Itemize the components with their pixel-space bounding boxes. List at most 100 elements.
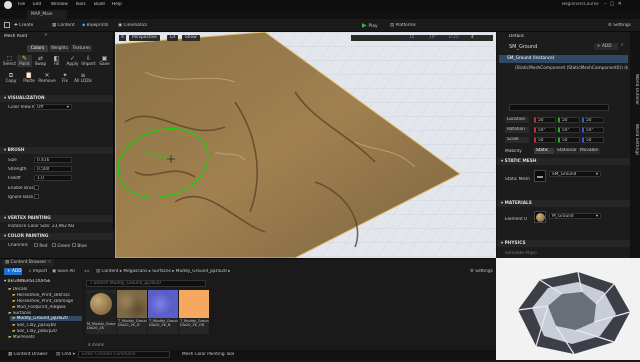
rot-z[interactable]: 50° (582, 127, 604, 133)
tree-horseshoe-1[interactable]: ▰ Horseshoe_Print_sk6f1kc (12, 293, 70, 298)
rot-x[interactable]: 50° (534, 127, 556, 133)
scale-dropdown[interactable]: Scale (505, 137, 529, 143)
static-mesh-header[interactable]: ▾ STATIC MESH (497, 158, 630, 165)
rotation-dropdown[interactable]: Rotation (505, 127, 529, 133)
menu-edit[interactable]: Edit (33, 2, 41, 7)
physics-header[interactable]: ▾ PHYSICS (497, 240, 630, 247)
save-tool[interactable]: ▣ Save (97, 55, 112, 67)
asset-tile-normal[interactable]: T_Muddy_Ground_pj Dlo20_2K_N (148, 290, 178, 334)
blueprints-button[interactable]: ◆ Blueprints (82, 23, 109, 28)
camera-speed[interactable]: 4 (471, 35, 474, 40)
search-icon[interactable]: ⌕ (621, 43, 623, 48)
tree-mud-footprint[interactable]: ▰ Mud_Footprint_rkBgwa (12, 305, 66, 310)
tree-soil-clay-2[interactable]: ▰ Soil_Clay_pkbvp20 (12, 329, 57, 334)
paste-tool[interactable]: 📋 Paste (20, 72, 38, 84)
crumb-folder[interactable]: Muddy_Ground_pjDlo20 (176, 269, 227, 274)
enable-brush-checkbox[interactable] (34, 185, 39, 190)
mode-textures[interactable]: Textures (71, 45, 92, 52)
content-browser-tab[interactable]: ▦ Content Browser ✕ (2, 259, 55, 266)
details-search[interactable] (509, 104, 609, 111)
crumb-content[interactable]: Content (101, 269, 118, 274)
level-tab[interactable]: MAP_Main (27, 10, 67, 19)
asset-tile-diffuse[interactable]: T_Muddy_Ground_pj Dlo20_2K_D (117, 290, 147, 334)
unreal-logo-icon[interactable] (4, 1, 12, 9)
static-mesh-thumbnail[interactable] (534, 170, 546, 182)
show-button[interactable]: Show (182, 35, 200, 41)
vertex-painting-header[interactable]: ▾ VERTEX PAINTING (0, 215, 113, 222)
material-thumbnail[interactable] (534, 211, 546, 223)
brush-header[interactable]: ▾ BRUSH (0, 147, 113, 154)
menu-build[interactable]: Build (94, 2, 105, 7)
mobility-stationary[interactable]: Stationar (555, 148, 577, 154)
menu-file[interactable]: File (18, 2, 25, 7)
component-row[interactable]: (StaticMeshComponent (StaticMeshComponen… (499, 65, 628, 73)
tree-soil-clay-1[interactable]: ▰ Soil_Clay_pjDuyb0 (12, 323, 56, 328)
save-all-button[interactable]: ▣ Save All (52, 269, 75, 274)
settings-button[interactable]: ⚙ Settings (608, 23, 631, 28)
asset-search[interactable]: ⌕ Search Muddy_Ground_pjDlo20 (86, 280, 206, 287)
copy-tool[interactable]: ⧉ Copy (2, 72, 20, 84)
grid-snap[interactable]: 10 (409, 35, 414, 40)
color-view-dropdown[interactable]: Off ▾ (34, 104, 72, 110)
remove-tool[interactable]: ✕ Remove (38, 72, 56, 84)
falloff-field[interactable]: 1.0 (34, 175, 72, 181)
instance-row[interactable]: SM_Ground (Instance) (499, 55, 628, 63)
console-input[interactable]: Enter Console Command (78, 351, 170, 358)
loc-y[interactable]: 50 (558, 117, 580, 123)
cmd-dropdown[interactable]: ▤ Cmd ▾ (56, 352, 75, 357)
save-icon[interactable] (4, 22, 10, 28)
asset-tile-material[interactable]: M_Muddy_Ground_pj Dlo20_2K (86, 290, 116, 334)
content-button[interactable]: ▦ Content (52, 23, 75, 28)
mobility-static[interactable]: Static (534, 148, 554, 154)
project-root[interactable]: ▾ BEGINNERSCOURSE (4, 279, 51, 284)
menu-window[interactable]: Window (51, 2, 68, 7)
swap-tool[interactable]: ⇄ Swap (33, 55, 48, 67)
breadcrumb[interactable]: ▤ Content ▸ Megascans ▸ Surfaces ▸ Muddy… (96, 269, 230, 274)
content-drawer-button[interactable]: ▦ Content Drawer (8, 352, 48, 357)
loc-x[interactable]: 50 (534, 117, 556, 123)
asset-tile-orm[interactable]: T_Muddy_Ground_pj Dlo20_2K_OR (179, 290, 209, 334)
add-component-button[interactable]: + ADD (594, 43, 618, 50)
materials-header[interactable]: ▾ MATERIALS (497, 200, 630, 207)
menu-help[interactable]: Help (112, 2, 122, 7)
tree-decals[interactable]: ▰ Decals (8, 287, 27, 292)
import-tool[interactable]: ⇩ Import (81, 55, 96, 67)
scale-snap[interactable]: 0.25 (449, 35, 459, 40)
tree-horseshoe-2[interactable]: ▰ Horseshoe_Print_sk6mage (12, 299, 73, 304)
world-outliner-tab[interactable]: World Outliner (634, 74, 639, 105)
ignore-back-checkbox[interactable] (34, 194, 39, 199)
crumb-megascans[interactable]: Megascans (123, 269, 147, 274)
create-button[interactable]: ✚ Create (14, 23, 33, 28)
color-painting-header[interactable]: ▾ COLOR PAINTING (0, 233, 113, 240)
visualization-header[interactable]: ▾ VISUALIZATION (0, 95, 113, 102)
scale-x[interactable]: 50 (534, 137, 556, 143)
viewport[interactable]: ≡ Perspective Lit Show 10 10° 0.25 4 (115, 32, 496, 258)
tree-muddy-ground[interactable]: ▰ Muddy_Ground_pjDlo20 (10, 316, 82, 322)
all-lods-tool[interactable]: ≡ All LODs (74, 72, 92, 84)
play-button[interactable]: ▶ Play (362, 22, 378, 29)
green-channel[interactable]: Green (52, 243, 70, 249)
add-button[interactable]: + ADD (4, 268, 22, 275)
loc-z[interactable]: 50 (582, 117, 604, 123)
location-dropdown[interactable]: Location (505, 117, 529, 123)
static-mesh-dropdown[interactable]: SM_Ground ▾ (549, 171, 601, 177)
red-channel[interactable]: Red (34, 243, 48, 249)
apply-tool[interactable]: ✓ Apply (65, 55, 80, 67)
scale-z[interactable]: 50 (582, 137, 604, 143)
mode-weights[interactable]: Weights (49, 45, 70, 52)
close-icon[interactable]: ✕ (44, 33, 48, 38)
world-settings-tab[interactable]: World Settings (634, 124, 639, 155)
path-back[interactable]: ◂ ▸ (84, 269, 90, 274)
menu-tools[interactable]: Tools (75, 2, 86, 7)
viewport-menu-icon[interactable]: ≡ (119, 35, 126, 41)
cinematics-button[interactable]: ▣ Cinematics (118, 23, 147, 28)
rotation-snap[interactable]: 10° (429, 35, 437, 40)
fix-tool[interactable]: ✦ Fix (56, 72, 74, 84)
paint-tool[interactable]: ✎ Paint (17, 55, 32, 68)
perspective-button[interactable]: Perspective (129, 35, 160, 41)
lit-button[interactable]: Lit (167, 35, 179, 41)
select-tool[interactable]: ⬚ Select (2, 55, 17, 67)
material-dropdown[interactable]: M_Ground ▾ (549, 213, 601, 219)
rot-y[interactable]: 50° (558, 127, 580, 133)
browser-settings-button[interactable]: ⚙ Settings (470, 269, 493, 274)
